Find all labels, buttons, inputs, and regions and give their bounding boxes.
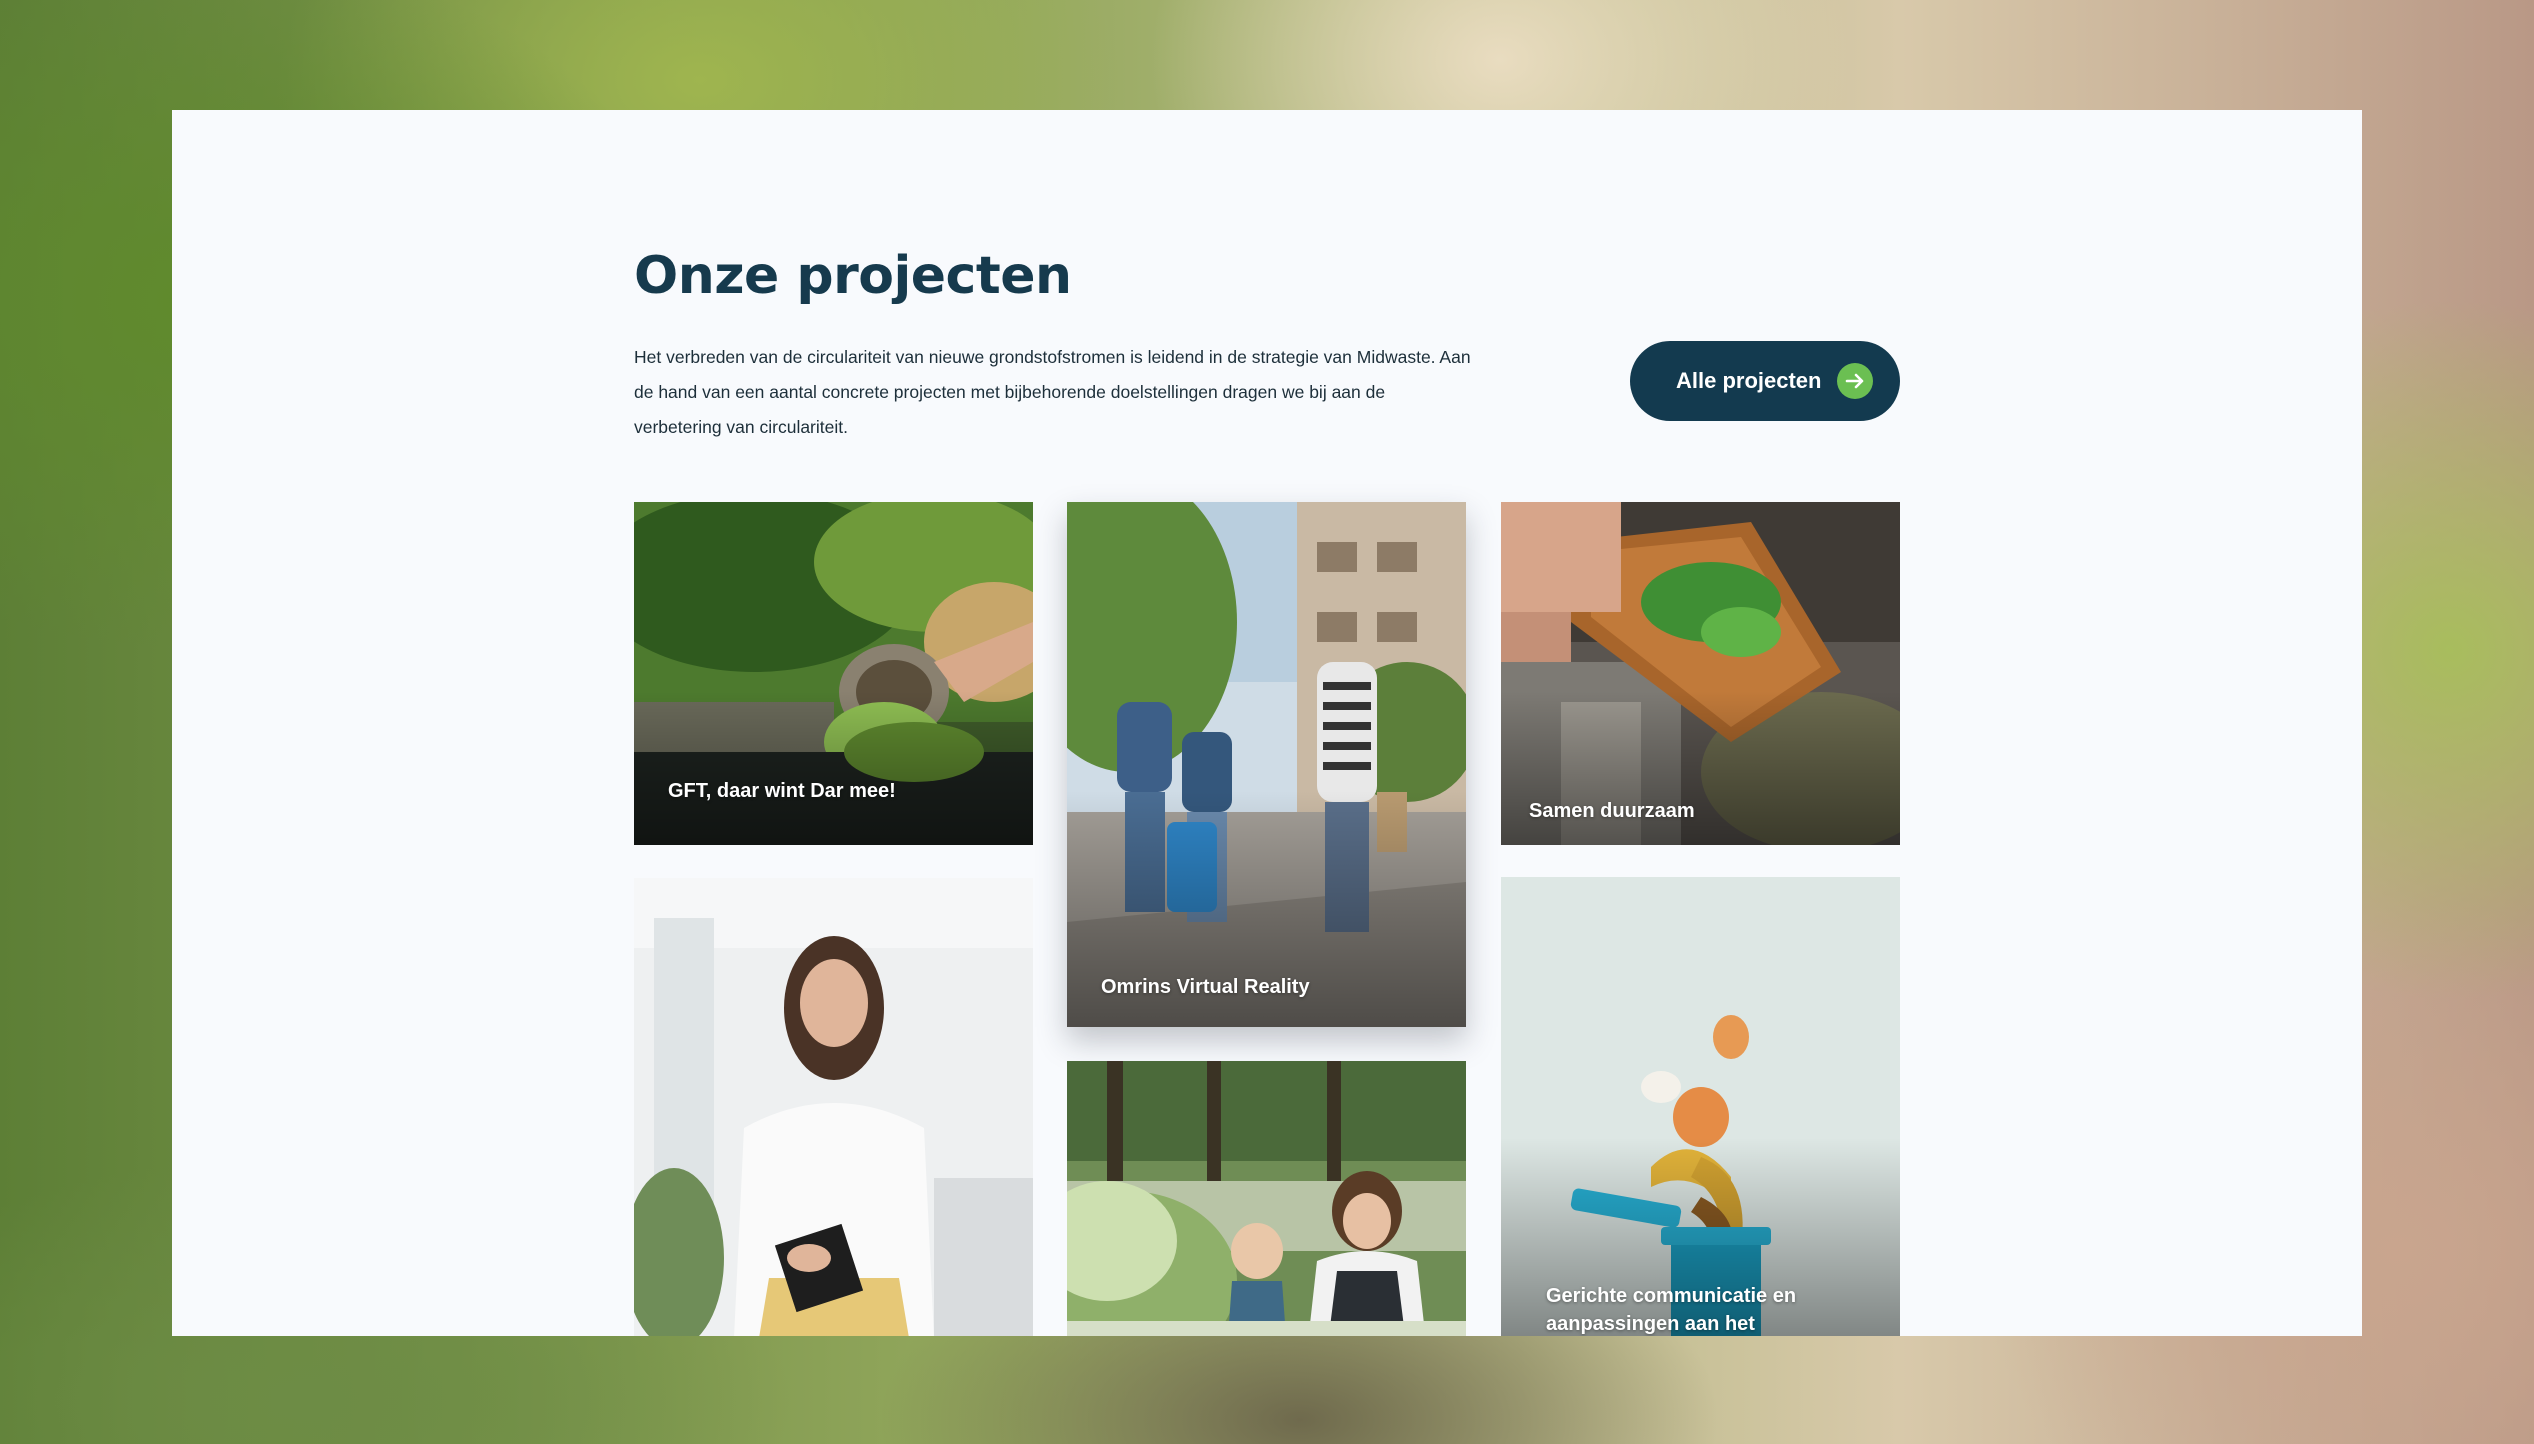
label-gradient [634,690,1033,845]
project-label-gft: GFT, daar wint Dar mee! [668,780,896,802]
project-card-communicatie[interactable]: Gerichte communicatie en aanpassingen aa… [1501,877,1900,1336]
project-card-samen-duurzaam[interactable]: Samen duurzaam [1501,502,1900,845]
arrow-right-icon [1837,363,1873,399]
project-card-woman[interactable] [634,878,1033,1336]
project-label-omrins: Omrins Virtual Reality [1101,976,1310,998]
all-projects-label: Alle projecten [1676,368,1822,393]
smiling-woman-photo [634,878,1033,1336]
intro-text: Het verbreden van de circulariteit van n… [634,347,1471,437]
project-card-garden[interactable] [1067,1061,1466,1336]
mother-child-garden-photo [1067,1061,1466,1336]
page-title: Onze projecten [634,246,1072,306]
project-card-omrins[interactable]: Omrins Virtual Reality [1067,502,1466,1027]
content-card: Onze projecten Het verbreden van de circ… [172,110,2362,1336]
all-projects-button[interactable]: Alle projecten [1630,341,1900,421]
project-label-communicatie: Gerichte communicatie en aanpassingen aa… [1546,1285,1797,1335]
project-label-samen-duurzaam: Samen duurzaam [1529,800,1695,822]
project-card-gft[interactable]: GFT, daar wint Dar mee! [634,502,1033,845]
